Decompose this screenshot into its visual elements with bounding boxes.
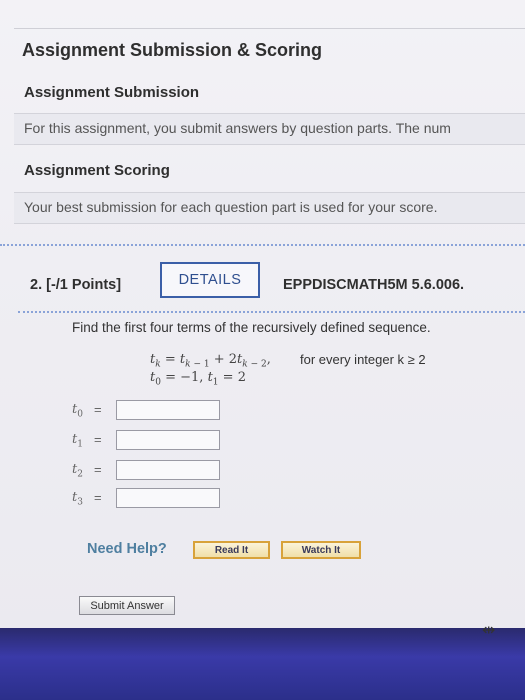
taskbar-background [0, 628, 525, 700]
need-help-label: Need Help? [87, 541, 167, 557]
question-body-divider [18, 311, 525, 313]
initial-conditions: t0 = −1, t1 = 2 [150, 370, 246, 388]
watch-it-button[interactable]: Watch It [281, 541, 361, 559]
answer-input-t0[interactable] [116, 400, 220, 420]
question-prompt: Find the first four terms of the recursi… [72, 320, 431, 335]
answer-label-t1: t1 [72, 432, 83, 450]
scoring-text: Your best submission for each question p… [24, 199, 438, 215]
question-code: EPPDISCMATH5M 5.6.006. [283, 277, 465, 293]
answer-input-t2[interactable] [116, 460, 220, 480]
scoring-heading: Assignment Scoring [24, 162, 170, 179]
answer-label-t2: t2 [72, 462, 83, 480]
submission-text: For this assignment, you submit answers … [24, 120, 451, 136]
recurrence-equation: tk = tk − 1 + 2tk − 2, [150, 352, 271, 370]
top-divider [14, 28, 525, 29]
equals-sign: = [94, 490, 102, 505]
answer-input-t3[interactable] [116, 488, 220, 508]
answer-label-t0: t0 [72, 402, 83, 420]
answer-label-t3: t3 [72, 490, 83, 508]
assignment-page: Assignment Submission & Scoring Assignme… [0, 0, 525, 640]
equals-sign: = [94, 432, 102, 447]
submit-answer-button[interactable]: Submit Answer [79, 596, 175, 615]
read-it-button[interactable]: Read It [193, 541, 270, 559]
page-title: Assignment Submission & Scoring [22, 40, 323, 60]
resize-cursor-icon: ⇹ [482, 622, 496, 639]
question-top-divider [0, 244, 525, 246]
question-number: 2. [-/1 Points] [30, 277, 122, 293]
details-button[interactable]: DETAILS [160, 262, 260, 298]
equals-sign: = [94, 402, 102, 417]
equals-sign: = [94, 462, 102, 477]
recurrence-condition: for every integer k ≥ 2 [300, 352, 426, 367]
submission-heading: Assignment Submission [24, 84, 200, 101]
answer-input-t1[interactable] [116, 430, 220, 450]
